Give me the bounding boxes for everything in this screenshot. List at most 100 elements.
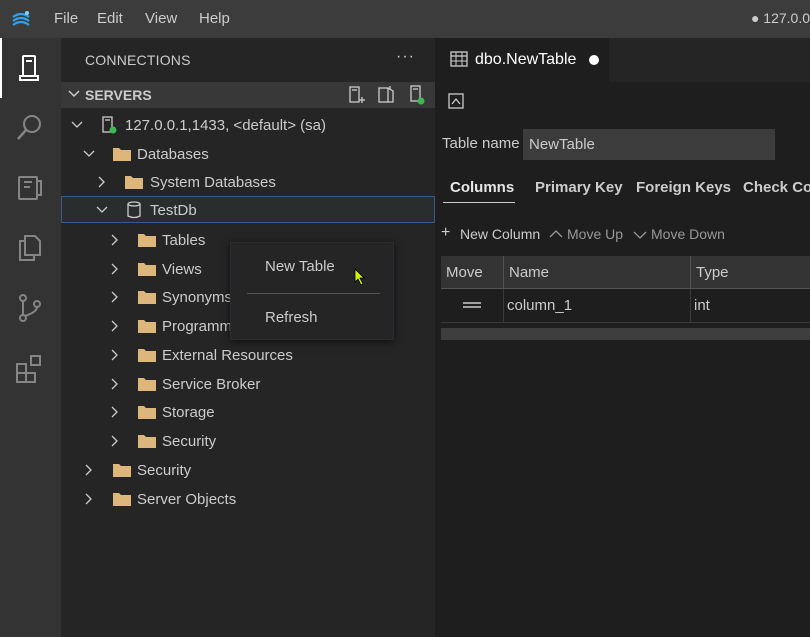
extensions-icon[interactable] xyxy=(14,352,46,384)
menu-help[interactable]: Help xyxy=(199,10,230,27)
menu-view[interactable]: View xyxy=(145,10,177,27)
connections-icon[interactable] xyxy=(14,52,46,84)
column-header-name[interactable]: Name xyxy=(509,264,549,281)
search-icon[interactable] xyxy=(14,112,46,144)
tree-item-db-security[interactable]: Security xyxy=(61,428,435,455)
new-connection-icon[interactable] xyxy=(346,85,366,105)
drag-handle-icon[interactable] xyxy=(463,302,481,308)
notebooks-icon[interactable] xyxy=(14,172,46,204)
column-divider[interactable] xyxy=(690,256,691,288)
servers-label: SERVERS xyxy=(85,87,152,103)
new-server-group-icon[interactable] xyxy=(376,85,396,105)
tree-item-label: Tables xyxy=(162,232,206,249)
chevron-right-icon xyxy=(98,176,105,188)
tree-item-server-objects[interactable]: Server Objects xyxy=(61,486,435,513)
columns-grid-header: Move Name Type xyxy=(441,256,810,289)
column-divider[interactable] xyxy=(503,256,504,288)
tree-item-system-databases[interactable]: System Databases xyxy=(61,169,435,196)
chevron-right-icon xyxy=(111,291,118,303)
tree-item-label: TestDb xyxy=(150,202,197,219)
mouse-pointer-icon xyxy=(354,268,365,286)
tab-check-constraints[interactable]: Check Co xyxy=(743,179,810,196)
folder-icon xyxy=(138,378,156,391)
folder-icon xyxy=(113,464,131,477)
menu-edit[interactable]: Edit xyxy=(97,10,123,27)
tab-bar: dbo.NewTable xyxy=(435,38,810,82)
folder-icon xyxy=(138,349,156,362)
server-connected-icon xyxy=(102,116,117,134)
move-down-button[interactable]: Move Down xyxy=(651,226,725,242)
menu-item-refresh[interactable]: Refresh xyxy=(265,309,318,326)
tab-columns[interactable]: Columns xyxy=(450,179,514,196)
active-connections-icon[interactable] xyxy=(406,85,426,105)
tree-item-server-security[interactable]: Security xyxy=(61,457,435,484)
folder-icon xyxy=(138,320,156,333)
tree-item-testdb[interactable]: TestDb xyxy=(61,196,435,223)
activity-bar xyxy=(0,38,61,637)
tree-item-label: System Databases xyxy=(150,174,276,191)
chevron-up-icon xyxy=(549,230,563,238)
context-menu: New Table Refresh xyxy=(230,242,394,340)
tree-item-storage[interactable]: Storage xyxy=(61,399,435,426)
menu-item-new-table[interactable]: New Table xyxy=(265,258,335,275)
table-row[interactable]: column_1 int xyxy=(441,289,810,323)
chevron-right-icon xyxy=(111,406,118,418)
folder-icon xyxy=(138,263,156,276)
tab-dbo-newtable[interactable]: dbo.NewTable xyxy=(435,38,609,82)
chevron-right-icon xyxy=(85,493,92,505)
tree-item-label: Views xyxy=(162,261,202,278)
horizontal-scrollbar[interactable] xyxy=(441,328,810,340)
table-name-label: Table name xyxy=(442,135,520,152)
tree-item-service-broker[interactable]: Service Broker xyxy=(61,371,435,398)
folder-icon xyxy=(138,435,156,448)
chevron-down-icon xyxy=(96,206,108,213)
tab-foreign-keys[interactable]: Foreign Keys xyxy=(636,179,731,196)
explorer-icon[interactable] xyxy=(14,232,46,264)
tree-item-label: Service Broker xyxy=(162,376,261,393)
tree-item-label: Security xyxy=(137,462,192,479)
unsaved-dot-icon[interactable] xyxy=(589,55,599,65)
cell-type[interactable]: int xyxy=(694,297,710,314)
chevron-right-icon xyxy=(111,378,118,390)
tree-item-server[interactable]: 127.0.0.1,1433, <default> (sa) xyxy=(61,112,435,139)
cell-name[interactable]: column_1 xyxy=(507,297,572,314)
table-icon xyxy=(450,51,468,67)
publish-icon[interactable] xyxy=(447,92,465,110)
more-actions-button[interactable]: ··· xyxy=(396,48,415,66)
add-icon: + xyxy=(441,224,451,241)
new-column-button[interactable]: New Column xyxy=(460,226,540,242)
folder-icon xyxy=(138,291,156,304)
move-up-button[interactable]: Move Up xyxy=(567,226,623,242)
tree-item-databases[interactable]: Databases xyxy=(61,141,435,168)
source-control-icon[interactable] xyxy=(14,292,46,324)
column-divider xyxy=(503,289,504,322)
column-header-type[interactable]: Type xyxy=(696,264,729,281)
window-title: ● 127.0.0 xyxy=(750,10,810,26)
chevron-down-icon xyxy=(633,231,647,239)
table-name-input[interactable] xyxy=(523,129,775,160)
tab-primary-key[interactable]: Primary Key xyxy=(535,179,623,196)
column-divider xyxy=(690,289,691,322)
sidebar-title: CONNECTIONS xyxy=(85,52,191,68)
tree-item-label: 127.0.0.1,1433, <default> (sa) xyxy=(125,117,326,134)
column-header-move[interactable]: Move xyxy=(446,264,483,281)
active-tab-underline xyxy=(443,202,515,203)
tree-item-label: Storage xyxy=(162,404,215,421)
folder-icon xyxy=(125,176,143,189)
tree-item-label: Synonyms xyxy=(162,289,233,306)
chevron-down-icon xyxy=(68,90,80,98)
chevron-right-icon xyxy=(85,464,92,476)
tree-item-external-resources[interactable]: External Resources xyxy=(61,342,435,369)
menu-file[interactable]: File xyxy=(54,10,78,27)
table-designer-editor: dbo.NewTable Table name Columns Primary … xyxy=(435,38,810,637)
azure-data-studio-logo xyxy=(12,11,30,26)
chevron-down-icon xyxy=(83,150,95,157)
chevron-right-icon xyxy=(111,320,118,332)
active-indicator xyxy=(0,38,2,98)
tab-title: dbo.NewTable xyxy=(475,51,577,68)
chevron-right-icon xyxy=(111,234,118,246)
folder-icon xyxy=(113,148,131,161)
database-icon xyxy=(127,201,141,219)
folder-icon xyxy=(138,406,156,419)
servers-section-header[interactable]: SERVERS xyxy=(61,82,435,108)
